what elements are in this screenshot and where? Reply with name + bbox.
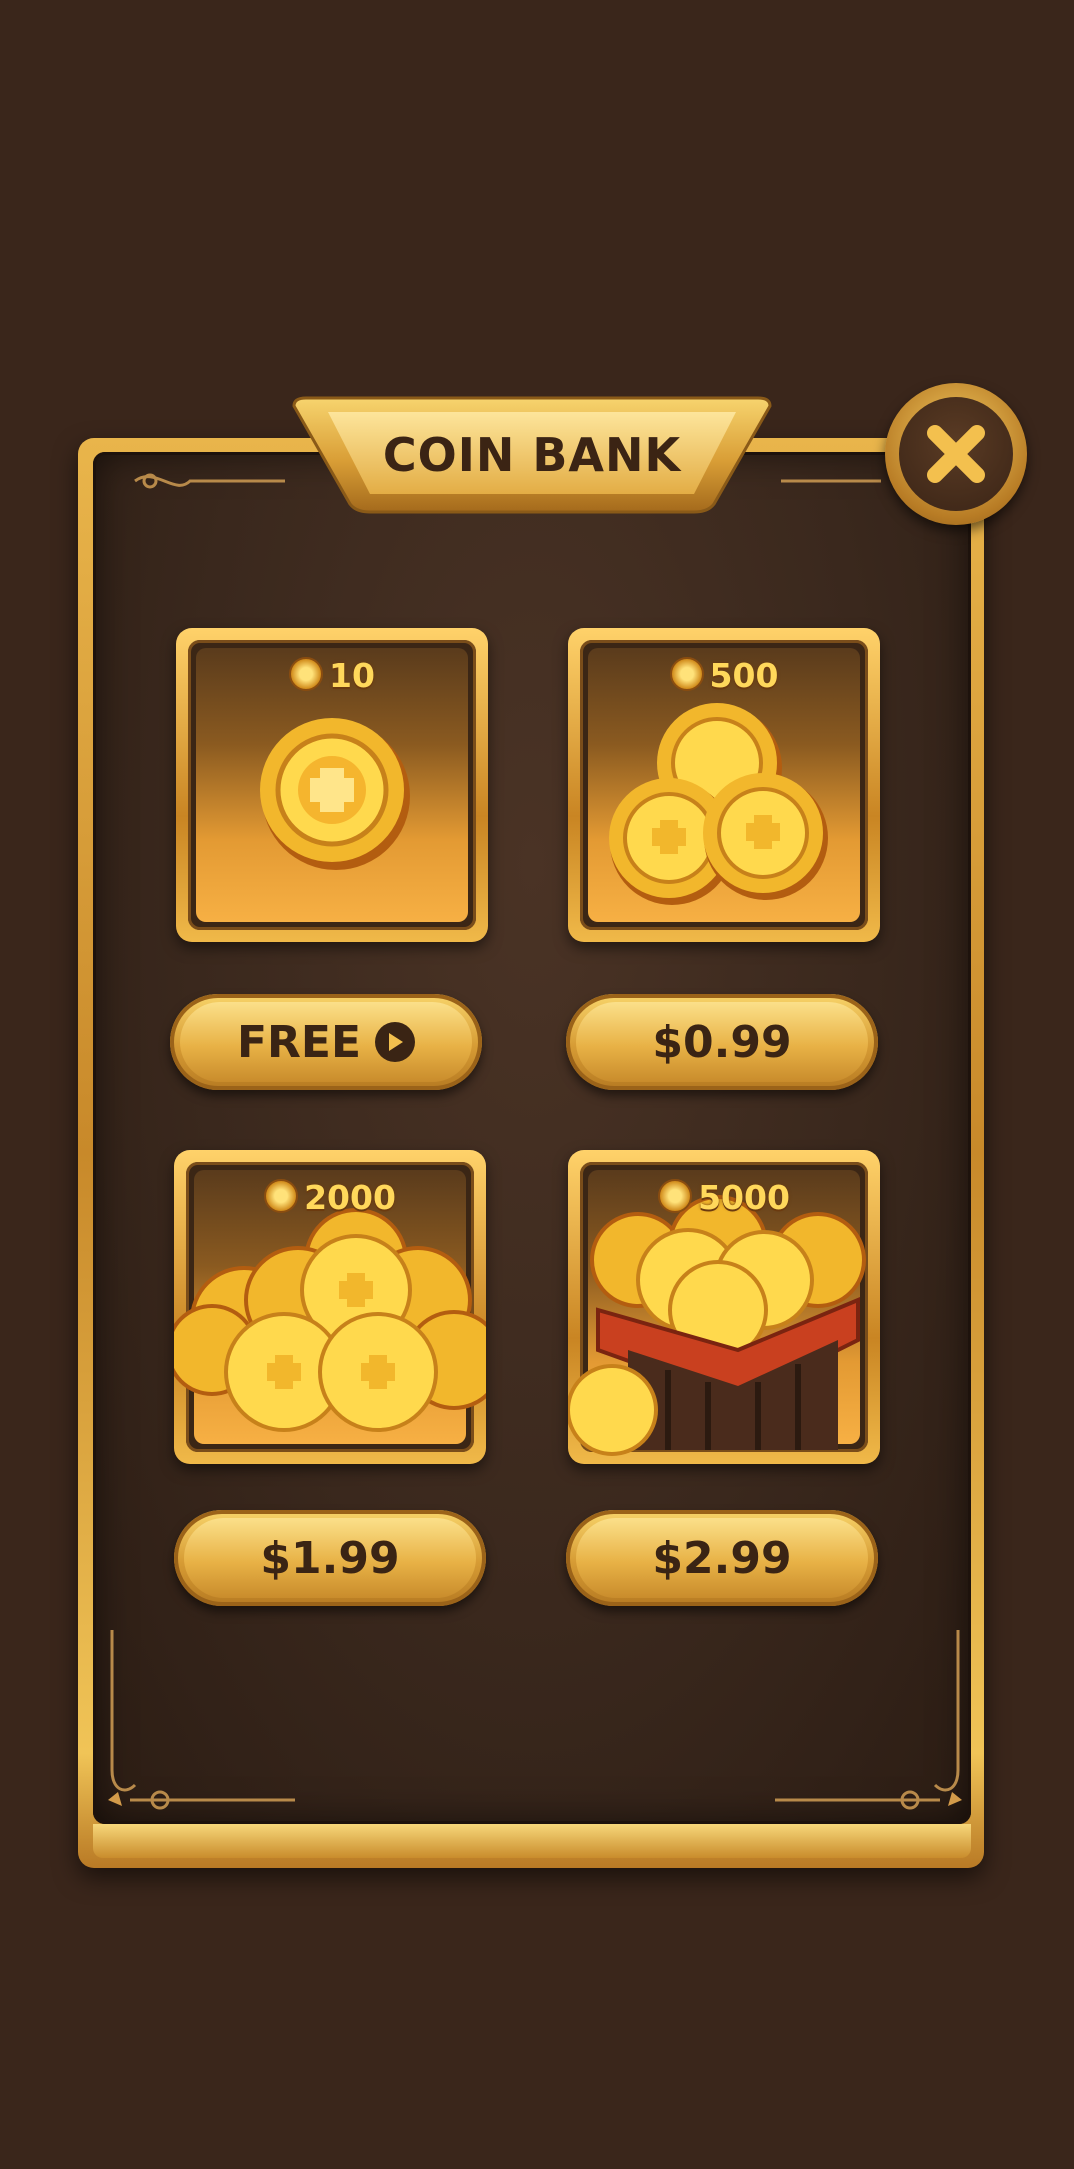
offer-amount: 500 bbox=[709, 656, 779, 695]
price-label: FREE bbox=[236, 1016, 362, 1068]
corner-ornament-icon bbox=[134, 473, 285, 489]
buy-button-free[interactable]: FREE bbox=[170, 994, 482, 1090]
offer-card-500[interactable]: 500 bbox=[568, 628, 880, 942]
play-icon bbox=[375, 1022, 416, 1062]
corner-ornament-icon bbox=[781, 479, 881, 483]
buy-button-2-99[interactable]: $2.99 bbox=[566, 1510, 878, 1606]
offer-card-5000[interactable]: 5000 bbox=[568, 1150, 880, 1464]
buy-button-0-99[interactable]: $0.99 bbox=[566, 994, 878, 1090]
close-icon bbox=[927, 425, 985, 483]
price-label: $1.99 bbox=[260, 1532, 400, 1584]
offer-amount: 2000 bbox=[304, 1178, 396, 1217]
offer-card-2000[interactable]: 2000 bbox=[174, 1150, 486, 1464]
corner-ornament-icon bbox=[108, 1630, 295, 1810]
offer-amount: 5000 bbox=[698, 1178, 790, 1217]
offer-amount: 10 bbox=[329, 656, 375, 695]
price-label: $2.99 bbox=[652, 1532, 792, 1584]
close-button[interactable] bbox=[885, 383, 1027, 525]
panel-bottom-rim bbox=[93, 1824, 971, 1858]
offer-card-10[interactable]: 10 bbox=[176, 628, 488, 942]
page-title: COIN BANK bbox=[382, 428, 682, 482]
coin-icon bbox=[289, 657, 324, 691]
title-banner: COIN BANK bbox=[284, 394, 780, 516]
price-label: $0.99 bbox=[652, 1016, 792, 1068]
coin-icon bbox=[264, 1179, 299, 1213]
coin-icon bbox=[669, 657, 704, 691]
coin-icon bbox=[658, 1179, 693, 1213]
corner-ornament-icon bbox=[775, 1630, 962, 1810]
buy-button-1-99[interactable]: $1.99 bbox=[174, 1510, 486, 1606]
